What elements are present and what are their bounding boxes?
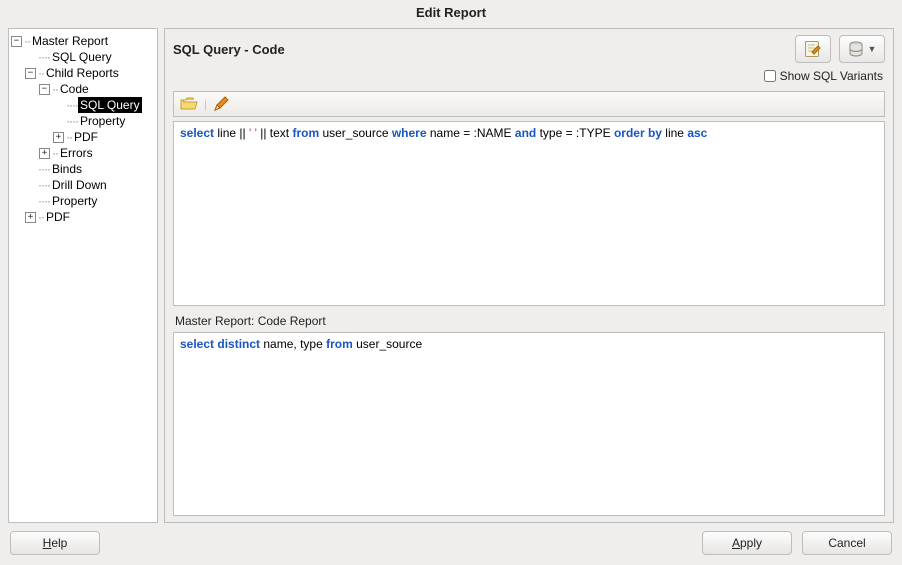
show-variants-row: Show SQL Variants bbox=[173, 67, 885, 87]
sql-editor-bottom[interactable]: select distinct name, type from user_sou… bbox=[173, 332, 885, 517]
report-tree[interactable]: − ·· Master Report ····SQL Query − ·· Ch… bbox=[9, 29, 157, 229]
tree-item-code[interactable]: − ·· Code bbox=[39, 81, 155, 97]
tree-item-child-reports[interactable]: − ·· Child Reports bbox=[25, 65, 155, 81]
cancel-button[interactable]: Cancel bbox=[802, 531, 892, 555]
help-button[interactable]: Help bbox=[10, 531, 100, 555]
collapse-icon[interactable]: − bbox=[25, 68, 36, 79]
edit-note-icon bbox=[804, 40, 822, 58]
sql-editor-top[interactable]: select line || ' ' || text from user_sou… bbox=[173, 121, 885, 306]
tree-root[interactable]: − ·· Master Report bbox=[11, 33, 155, 49]
dialog-title: Edit Report bbox=[0, 0, 902, 26]
dialog-window: Edit Report − ·· Master Report ····SQL Q… bbox=[0, 0, 902, 565]
sql-toolbar: | bbox=[173, 91, 885, 117]
toolbar-separator: | bbox=[204, 97, 207, 111]
dialog-content: − ·· Master Report ····SQL Query − ·· Ch… bbox=[0, 26, 902, 523]
show-sql-variants-label[interactable]: Show SQL Variants bbox=[780, 69, 883, 83]
tree-item-sql-query[interactable]: ····SQL Query bbox=[25, 49, 155, 65]
tree-item-drilldown[interactable]: ····Drill Down bbox=[25, 177, 155, 193]
tree-item-property[interactable]: ····Property bbox=[25, 193, 155, 209]
database-dropdown-button[interactable]: ▼ bbox=[839, 35, 885, 63]
panel-action-buttons: ▼ bbox=[795, 35, 885, 63]
database-icon bbox=[848, 41, 864, 57]
tree-item-pdf[interactable]: +··PDF bbox=[25, 209, 155, 225]
master-report-label: Master Report: Code Report bbox=[173, 310, 885, 328]
collapse-icon[interactable]: − bbox=[11, 36, 22, 47]
collapse-icon[interactable]: − bbox=[39, 84, 50, 95]
main-header: SQL Query - Code ▼ bbox=[173, 35, 885, 63]
pencil-icon bbox=[213, 96, 229, 112]
tree-item-code-property[interactable]: ····Property bbox=[53, 113, 155, 129]
tree-item-errors[interactable]: +··Errors bbox=[39, 145, 155, 161]
edit-button[interactable] bbox=[213, 96, 229, 112]
dialog-footer: Help Apply Cancel bbox=[0, 523, 902, 565]
apply-button[interactable]: Apply bbox=[702, 531, 792, 555]
expand-icon[interactable]: + bbox=[53, 132, 64, 143]
main-panel: SQL Query - Code ▼ Show SQL Variants bbox=[164, 28, 894, 523]
open-folder-button[interactable] bbox=[180, 97, 198, 111]
tree-label: Master Report bbox=[30, 33, 110, 49]
show-sql-variants-checkbox[interactable] bbox=[764, 70, 776, 82]
expand-icon[interactable]: + bbox=[25, 212, 36, 223]
tree-item-code-pdf[interactable]: +··PDF bbox=[53, 129, 155, 145]
folder-open-icon bbox=[180, 97, 198, 111]
chevron-down-icon: ▼ bbox=[868, 44, 877, 54]
tree-item-binds[interactable]: ····Binds bbox=[25, 161, 155, 177]
report-tree-panel: − ·· Master Report ····SQL Query − ·· Ch… bbox=[8, 28, 158, 523]
edit-sql-button[interactable] bbox=[795, 35, 831, 63]
tree-item-code-sql-query[interactable]: ····SQL Query bbox=[53, 97, 155, 113]
panel-title: SQL Query - Code bbox=[173, 42, 285, 57]
expand-icon[interactable]: + bbox=[39, 148, 50, 159]
